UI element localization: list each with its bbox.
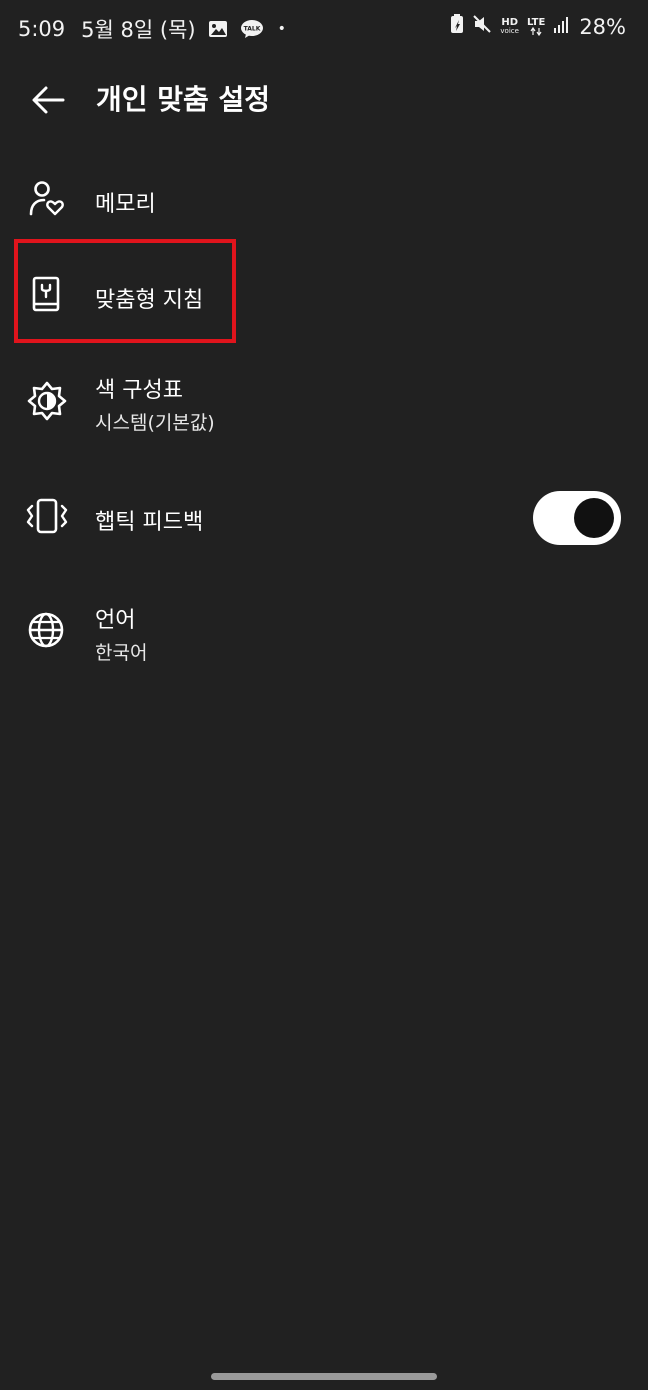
- mute-icon: [472, 14, 492, 39]
- arrow-left-icon: [32, 86, 65, 114]
- color-scheme-value: 시스템(기본값): [95, 412, 215, 434]
- user-heart-icon: [26, 178, 66, 222]
- memory-label: 메모리: [95, 192, 156, 217]
- page-title: 개인 맞춤 설정: [96, 83, 271, 116]
- back-button[interactable]: [24, 76, 72, 124]
- status-left: 5:09 5월 8일 (목) TALK •: [18, 14, 286, 44]
- battery-percent: 28%: [579, 14, 626, 39]
- data-arrows-icon: [530, 26, 542, 36]
- color-scheme-label: 색 구성표: [95, 378, 183, 403]
- brightness-icon: [26, 380, 68, 426]
- signal-icon: [553, 15, 571, 39]
- globe-icon: [26, 610, 66, 654]
- lte-indicator: LTE: [526, 16, 546, 36]
- status-bar: 5:09 5월 8일 (목) TALK • HD voice LTE 28%: [0, 0, 648, 58]
- lte-label: LTE: [526, 16, 546, 28]
- home-indicator[interactable]: [211, 1373, 437, 1380]
- app-bar: 개인 맞춤 설정: [0, 62, 648, 136]
- book-icon: [26, 274, 66, 318]
- haptic-feedback-label: 햅틱 피드백: [95, 510, 204, 535]
- language-value: 한국어: [95, 642, 148, 664]
- hd-sub-label: voice: [500, 26, 519, 35]
- status-date: 5월 8일 (목): [81, 18, 196, 42]
- vibrate-icon: [24, 496, 70, 540]
- custom-instructions-label: 맞춤형 지침: [95, 288, 204, 313]
- battery-saver-icon: [450, 14, 464, 39]
- hd-label: HD: [501, 16, 518, 28]
- status-time: 5:09: [18, 17, 66, 41]
- toggle-knob: [574, 498, 614, 538]
- notification-dot: •: [277, 21, 286, 37]
- image-icon: [208, 20, 228, 38]
- talk-label: TALK: [243, 26, 260, 33]
- status-right: HD voice LTE 28%: [442, 14, 626, 39]
- hd-voice-indicator: HD voice: [500, 16, 519, 36]
- kakaotalk-icon: TALK: [240, 19, 264, 39]
- language-label: 언어: [95, 608, 136, 633]
- haptic-feedback-toggle[interactable]: [533, 491, 621, 545]
